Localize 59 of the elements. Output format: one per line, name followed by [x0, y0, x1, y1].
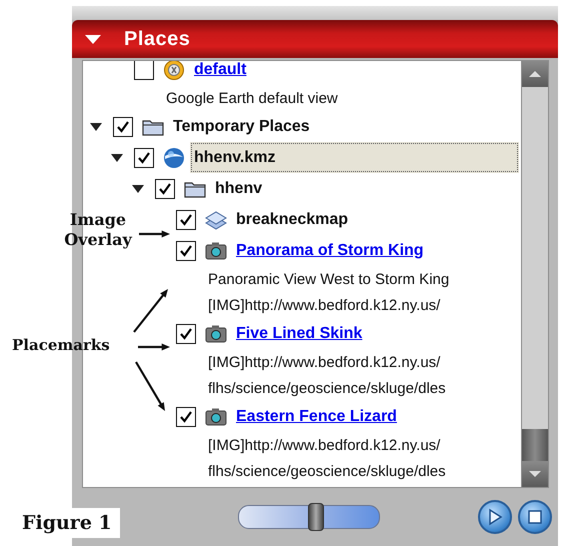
tree-item[interactable]: hhenv.kmz — [190, 142, 519, 173]
stop-button[interactable] — [518, 500, 552, 534]
arrow — [133, 289, 168, 333]
checkbox[interactable] — [176, 406, 196, 426]
play-icon — [487, 508, 503, 526]
layers-icon — [204, 208, 228, 230]
check-icon — [179, 410, 193, 424]
tree-item[interactable]: default — [190, 61, 519, 85]
camera-icon — [204, 406, 228, 428]
checkbox[interactable] — [113, 116, 133, 136]
caret-down-icon — [529, 470, 541, 478]
check-icon — [137, 150, 151, 164]
tree-item[interactable]: Eastern Fence Lizard — [232, 401, 519, 432]
annotation-label: Placemarks — [12, 336, 110, 355]
description-text: [IMG]http://www.bedford.k12.ny.us/ — [208, 354, 440, 370]
caret-up-icon — [529, 70, 541, 78]
tree-item[interactable]: hhenv — [211, 173, 519, 204]
description-text: [IMG]http://www.bedford.k12.ny.us/ — [208, 436, 440, 454]
checkbox[interactable] — [176, 210, 196, 230]
description-text: Panoramic View West to Storm King — [208, 270, 450, 288]
scrollbar[interactable] — [522, 60, 549, 488]
checkbox[interactable] — [155, 178, 175, 198]
globe-icon — [162, 146, 186, 168]
arrow — [138, 344, 170, 350]
description-text: Google Earth default view — [166, 90, 338, 106]
stop-icon — [527, 509, 543, 525]
play-button[interactable] — [478, 500, 512, 534]
checkbox[interactable] — [176, 324, 196, 344]
collapse-toggle[interactable] — [84, 32, 102, 46]
scroll-down-button[interactable] — [522, 461, 548, 487]
tree-item[interactable]: breakneckmap — [232, 204, 519, 235]
description-text: [IMG]http://www.bedford.k12.ny.us/ — [208, 296, 440, 314]
arrow — [139, 230, 170, 238]
medallion-icon — [162, 61, 186, 80]
expand-toggle[interactable] — [110, 152, 124, 164]
panel-title: Places — [124, 28, 190, 50]
camera-icon — [204, 240, 228, 262]
camera-icon — [204, 322, 228, 344]
checkbox[interactable] — [134, 148, 154, 168]
check-icon — [158, 182, 172, 196]
expand-toggle[interactable] — [131, 182, 145, 194]
slider[interactable] — [238, 505, 380, 529]
checkbox[interactable] — [134, 61, 154, 80]
arrow — [135, 361, 165, 411]
tree-item[interactable]: Panorama of Storm King — [232, 235, 519, 266]
description-text: flhs/science/geoscience/skluge/dles — [208, 462, 446, 480]
checkbox[interactable] — [176, 240, 196, 260]
expand-toggle[interactable] — [89, 120, 103, 132]
annotation-label: Image Overlay — [63, 210, 134, 250]
scroll-up-button[interactable] — [522, 61, 548, 87]
tree-item[interactable]: Five Lined Skink — [232, 318, 519, 349]
slider-thumb[interactable] — [308, 503, 324, 531]
check-icon — [179, 326, 193, 340]
tree-item[interactable]: Temporary Places — [169, 111, 519, 142]
scrollbar-thumb[interactable] — [522, 429, 548, 461]
description-text: flhs/science/geoscience/skluge/dles — [208, 380, 446, 396]
check-icon — [116, 120, 130, 134]
check-icon — [179, 212, 193, 226]
check-icon — [179, 244, 193, 258]
